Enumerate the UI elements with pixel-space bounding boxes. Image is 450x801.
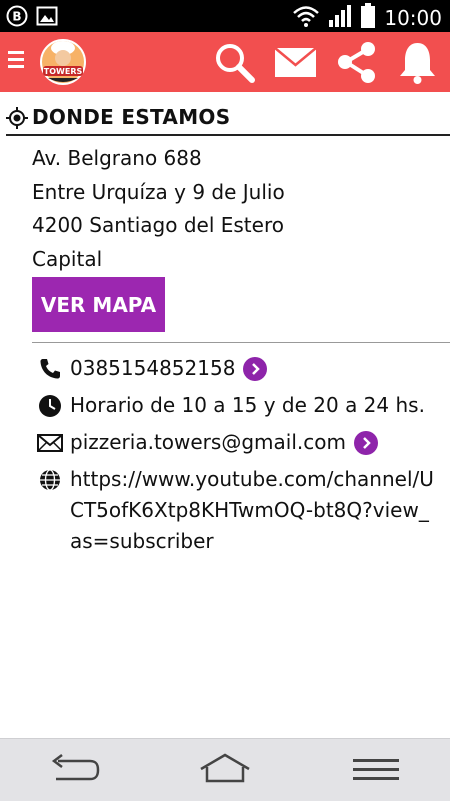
phone-icon [36, 355, 64, 383]
address-line: Capital [32, 246, 103, 271]
email-row[interactable]: pizzeria.towers@gmail.com [36, 427, 378, 458]
towers-logo: TOWERS [38, 36, 88, 88]
hamburger-menu-icon[interactable] [6, 48, 28, 76]
share-icon[interactable] [334, 40, 379, 85]
status-bar: B 10:00 [0, 0, 450, 32]
logo-text: TOWERS [44, 67, 83, 76]
address-block: Av. Belgrano 688 Entre Urquíza y 9 de Ju… [32, 142, 285, 276]
image-notification-icon [36, 5, 58, 31]
mail-icon[interactable] [273, 40, 318, 85]
globe-icon [36, 466, 64, 494]
address-line: 4200 Santiago del Estero [32, 213, 284, 237]
home-icon[interactable] [195, 751, 255, 789]
email-address: pizzeria.towers@gmail.com [70, 430, 346, 454]
b-notification-icon: B [6, 5, 28, 31]
signal-icon [328, 4, 352, 32]
hours-row: Horario de 10 a 15 y de 20 a 24 hs. [36, 390, 425, 421]
website-row[interactable]: https://www.youtube.com/channel/UCT5ofK6… [36, 464, 440, 557]
clock-icon [36, 392, 64, 420]
chevron-right-icon[interactable] [243, 357, 268, 381]
search-icon[interactable] [212, 40, 257, 85]
navigation-bar [0, 738, 450, 801]
back-icon[interactable] [46, 751, 106, 789]
view-map-button[interactable]: VER MAPA [32, 277, 165, 332]
location-section-header: DONDE ESTAMOS [6, 104, 450, 136]
battery-icon [360, 3, 376, 33]
website-link[interactable]: https://www.youtube.com/channel/UCT5ofK6… [70, 464, 440, 557]
app-bar: TOWERS [0, 32, 450, 92]
address-line: Av. Belgrano 688 [32, 146, 202, 170]
chevron-right-icon[interactable] [353, 431, 378, 455]
phone-number: 0385154852158 [70, 356, 236, 380]
wifi-icon [292, 4, 320, 32]
phone-row[interactable]: 0385154852158 [36, 353, 268, 384]
status-clock: 10:00 [384, 6, 442, 30]
address-line: Entre Urquíza y 9 de Julio [32, 179, 285, 204]
svg-text:B: B [12, 10, 21, 24]
divider [32, 342, 450, 343]
envelope-icon [36, 429, 64, 457]
bell-icon[interactable] [395, 40, 440, 85]
location-target-icon [6, 107, 28, 133]
opening-hours: Horario de 10 a 15 y de 20 a 24 hs. [70, 393, 425, 417]
section-title: DONDE ESTAMOS [32, 105, 231, 129]
menu-icon[interactable] [346, 751, 406, 789]
